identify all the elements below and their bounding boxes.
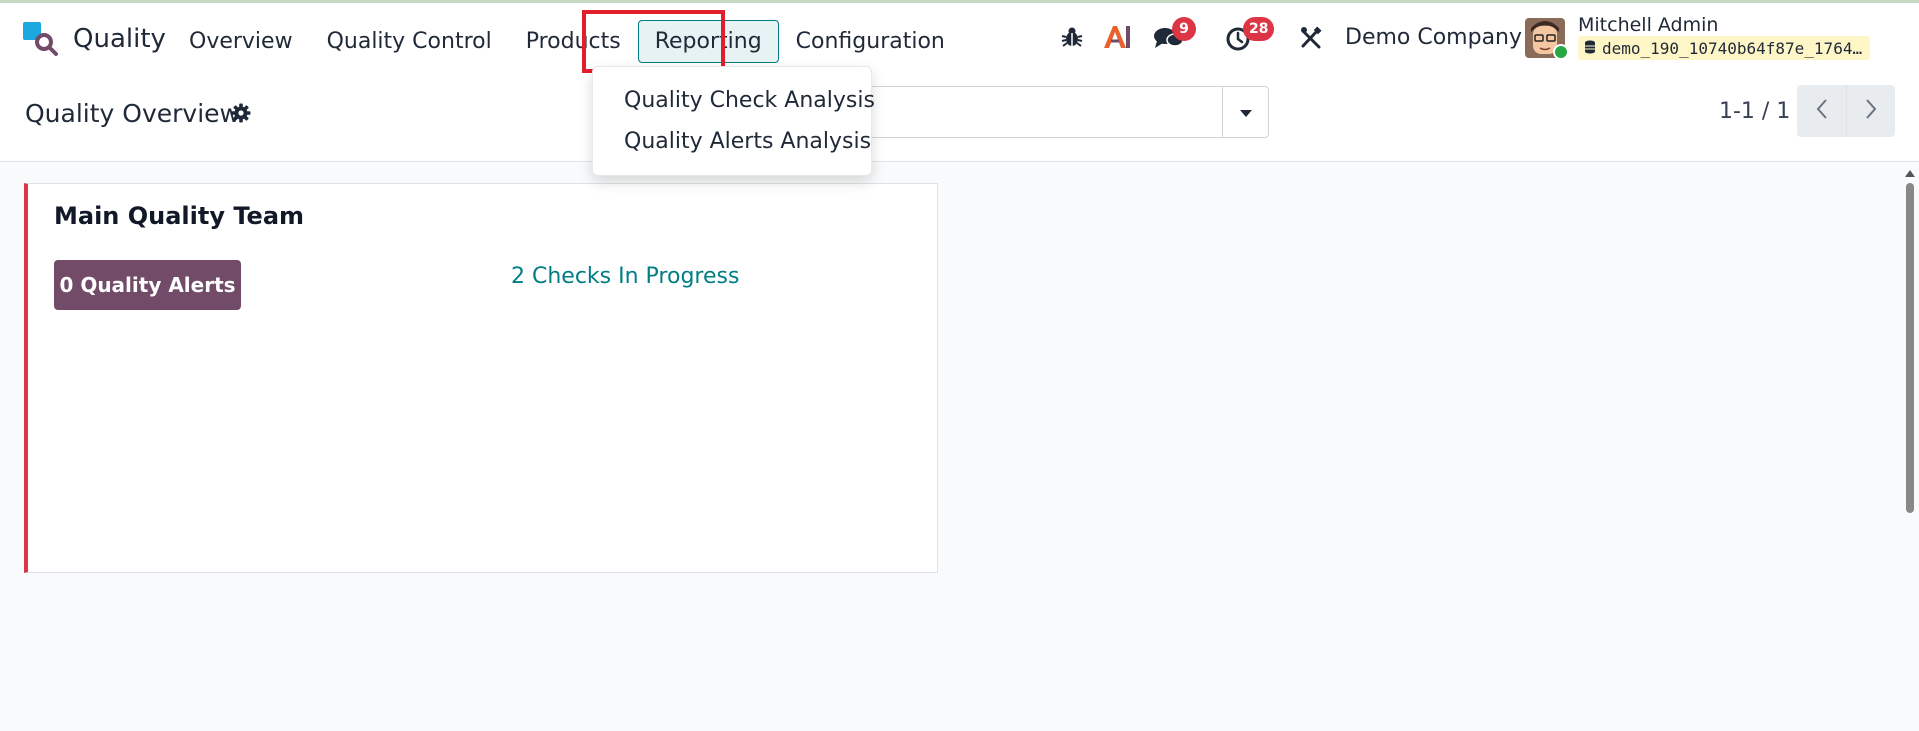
quality-alerts-button[interactable]: 0 Quality Alerts	[54, 260, 241, 310]
menu-quality-control[interactable]: Quality Control	[310, 20, 509, 63]
vertical-scrollbar[interactable]	[1903, 168, 1917, 731]
menu-products[interactable]: Products	[509, 20, 638, 63]
online-status-dot	[1553, 44, 1569, 60]
quality-app-icon	[22, 21, 58, 57]
checks-in-progress-link[interactable]: 2 Checks In Progress	[511, 264, 739, 289]
company-switcher[interactable]: Demo Company	[1345, 25, 1522, 50]
menu-item-quality-alerts-analysis[interactable]: Quality Alerts Analysis	[624, 129, 871, 154]
team-name[interactable]: Main Quality Team	[54, 202, 304, 230]
pager-value[interactable]: 1-1 / 1	[1719, 99, 1790, 124]
pager-next-button[interactable]	[1846, 85, 1895, 137]
user-name[interactable]: Mitchell Admin	[1578, 14, 1718, 36]
tools-icon[interactable]	[1297, 24, 1325, 52]
menu-configuration[interactable]: Configuration	[779, 20, 962, 63]
quality-team-card[interactable]: Main Quality Team 0 Quality Alerts 2 Che…	[24, 183, 938, 573]
chevron-left-icon	[1816, 98, 1828, 124]
scrollbar-thumb[interactable]	[1906, 183, 1914, 513]
search-input[interactable]	[843, 87, 1223, 137]
caret-down-icon	[1239, 103, 1253, 122]
bug-icon[interactable]	[1058, 23, 1086, 51]
main-menu: Overview Quality Control Products Report…	[172, 20, 962, 63]
search-options-toggle[interactable]	[1222, 87, 1268, 137]
gear-icon[interactable]	[231, 103, 251, 127]
menu-item-quality-check-analysis[interactable]: Quality Check Analysis	[624, 88, 875, 113]
chevron-right-icon	[1865, 98, 1877, 124]
page-title: Quality Overview	[25, 99, 240, 128]
messages-badge: 9	[1172, 17, 1196, 41]
pager-previous-button[interactable]	[1797, 85, 1846, 137]
search-box	[842, 86, 1269, 138]
database-name: demo_190_10740b64f87e_1764…	[1602, 38, 1863, 58]
reporting-dropdown: Quality Check Analysis Quality Alerts An…	[592, 66, 875, 176]
database-icon	[1584, 39, 1596, 58]
scroll-up-arrow-icon[interactable]	[1905, 170, 1915, 177]
database-tag: demo_190_10740b64f87e_1764…	[1578, 36, 1871, 60]
app-brand[interactable]: Quality	[22, 21, 166, 57]
menu-reporting[interactable]: Reporting	[637, 20, 779, 63]
activities-badge: 28	[1243, 17, 1275, 41]
menu-overview[interactable]: Overview	[172, 20, 310, 63]
ai-icon[interactable]	[1101, 22, 1133, 52]
app-name[interactable]: Quality	[73, 24, 166, 54]
control-panel: Quality Overview 1-1 / 1	[0, 77, 1919, 162]
